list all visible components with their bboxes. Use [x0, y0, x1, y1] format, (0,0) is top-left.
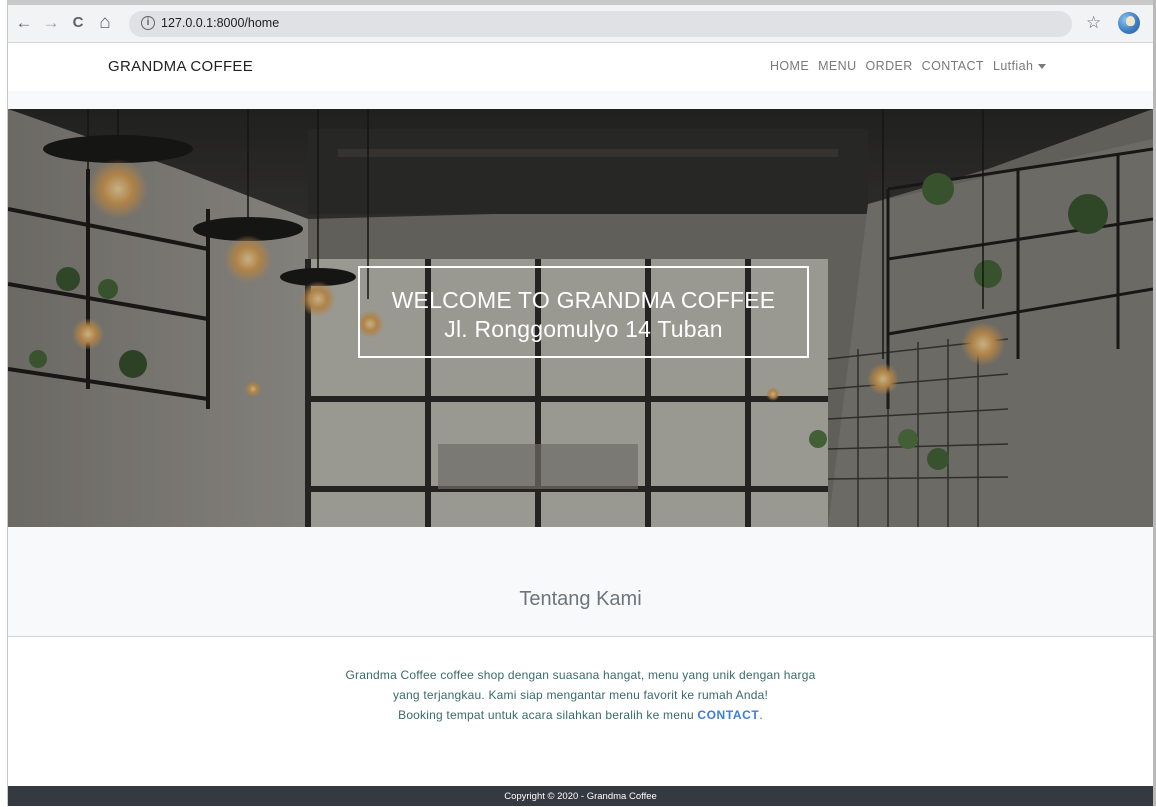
nav-link-menu[interactable]: MENU — [818, 59, 856, 73]
address-bar-url[interactable]: 127.0.0.1:8000/home — [161, 16, 279, 30]
about-line-3-suffix: . — [759, 708, 763, 722]
about-line-2: yang terjangkau. Kami siap mengantar men… — [392, 688, 768, 702]
footer: Copyright © 2020 - Grandma Coffee — [8, 786, 1153, 806]
forward-arrow-icon[interactable]: → — [41, 13, 61, 33]
back-arrow-icon[interactable]: ← — [14, 13, 34, 33]
nav-link-contact[interactable]: CONTACT — [922, 59, 984, 73]
site-navbar: GRANDMA COFFEE HOME MENU ORDER CONTACT L… — [8, 43, 1153, 91]
bookmark-star-icon[interactable]: ☆ — [1086, 13, 1101, 33]
address-bar[interactable]: i 127.0.0.1:8000/home — [129, 11, 1072, 37]
nav-links: HOME MENU ORDER CONTACT Lutfiah — [770, 59, 1055, 73]
reload-icon[interactable]: C — [68, 13, 88, 33]
hero-title: WELCOME TO GRANDMA COFFEE — [391, 287, 776, 313]
about-title: Tentang Kami — [519, 588, 642, 610]
hero-address: Jl. Ronggomulyo 14 Tuban — [444, 316, 723, 342]
site-info-icon[interactable]: i — [141, 16, 155, 30]
screenshot-frame-left — [0, 0, 8, 806]
about-line-3-prefix: Booking tempat untuk acara silahkan bera… — [398, 708, 698, 722]
about-header-section: Tentang Kami — [8, 527, 1153, 637]
nav-link-home[interactable]: HOME — [770, 59, 809, 73]
user-name: Lutfiah — [992, 59, 1034, 73]
contact-link[interactable]: CONTACT — [697, 708, 759, 722]
user-dropdown[interactable]: Lutfiah — [992, 59, 1047, 73]
brand-logo[interactable]: GRANDMA COFFEE — [108, 58, 253, 75]
about-text: Grandma Coffee coffee shop dengan suasan… — [321, 665, 841, 725]
about-body-section: Grandma Coffee coffee shop dengan suasan… — [8, 637, 1153, 786]
profile-avatar-icon[interactable] — [1118, 12, 1140, 34]
caret-down-icon — [1038, 64, 1047, 70]
about-line-3: Booking tempat untuk acara silahkan bera… — [321, 705, 841, 725]
hero-banner: WELCOME TO GRANDMA COFFEE Jl. Ronggomuly… — [8, 109, 1153, 527]
nav-link-order[interactable]: ORDER — [866, 59, 913, 73]
home-icon[interactable]: ⌂ — [95, 13, 115, 33]
footer-copyright: Copyright © 2020 - Grandma Coffee — [504, 791, 657, 802]
navbar-spacer — [8, 91, 1153, 109]
hero-welcome-box: WELCOME TO GRANDMA COFFEE Jl. Ronggomuly… — [358, 266, 809, 358]
browser-toolbar: ← → C ⌂ i 127.0.0.1:8000/home ☆ — [8, 5, 1153, 43]
about-line-1: Grandma Coffee coffee shop dengan suasan… — [345, 668, 816, 682]
